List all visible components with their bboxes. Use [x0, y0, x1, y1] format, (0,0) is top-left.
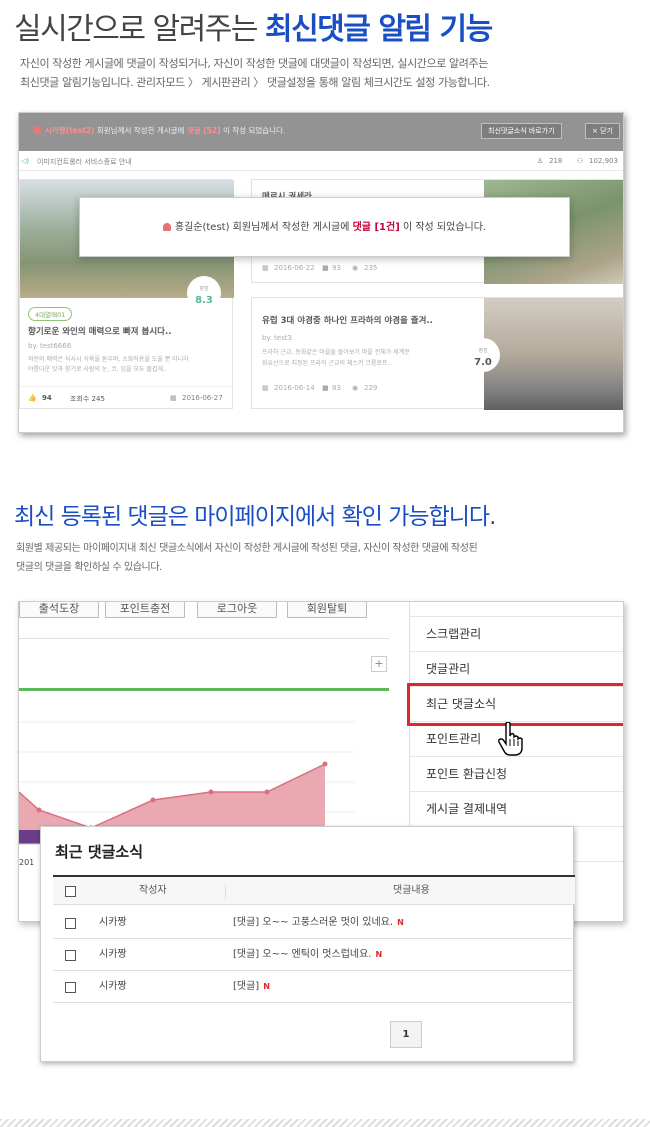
recent-comments-panel: 최근 댓글소식 작성자 댓글내용 시카짱 [댓글] 오~~ 고풍스러운 멋이 있…: [40, 826, 575, 1062]
logout-button[interactable]: 로그아웃: [197, 602, 277, 618]
chart-axis-label: 201: [19, 858, 35, 867]
section1-title: 실시간으로 알려주는 최신댓글 알림 기능: [14, 4, 493, 48]
point-charge-button[interactable]: 포인트충전: [105, 602, 185, 618]
bottom-divider: [0, 1119, 650, 1127]
table-row[interactable]: 시카짱 [댓글] N: [53, 971, 575, 1003]
row-content[interactable]: [댓글] N: [233, 971, 270, 1003]
col-author: 작성자: [139, 885, 167, 896]
bell-icon: [162, 223, 171, 231]
desc-line: 자신이 작성한 게시글에 댓글이 작성되거나, 자신이 작성한 댓글에 대댓글이…: [20, 57, 488, 70]
row-content[interactable]: [댓글] 오~~ 엔틱이 멋스럽네요. N: [233, 939, 382, 971]
close-button[interactable]: × 닫기: [585, 123, 620, 139]
title-highlight: 최신댓글 알림 기능: [264, 12, 493, 47]
chart-top-line: [19, 688, 389, 691]
notification-screenshot: ◁) 이미지컨트롤러 서비스종료 안내 ♙ 218 ⚇ 102,903 평점 8.…: [18, 112, 624, 433]
desc-line: 회원별 제공되는 마이페이지내 최신 댓글소식에서 자신이 작성한 게시글에 작…: [16, 543, 478, 554]
notification-bar: 시카짱(test2) 회원님께서 작성한 게시글에 댓글 [52] 이 작성 되…: [19, 113, 623, 151]
menu-item-cut: [410, 602, 623, 617]
attendance-button[interactable]: 출석도장: [19, 602, 99, 618]
select-all-checkbox[interactable]: [65, 886, 76, 897]
section1-desc: 자신이 작성한 게시글에 댓글이 작성되거나, 자신이 작성한 댓글에 대댓글이…: [20, 54, 490, 92]
go-comments-button[interactable]: 최신댓글소식 바로가기: [481, 123, 562, 139]
title-prefix: 실시간으로 알려주는: [14, 12, 265, 47]
dim-overlay: [19, 113, 623, 432]
row-author: 시카짱: [99, 917, 127, 928]
desc-line: 최신댓글 알림기능입니다. 관리자모드 〉 게시판관리 〉 댓글설정을 통해 알…: [20, 76, 490, 89]
table-row[interactable]: 시카짱 [댓글] 오~~ 엔틱이 멋스럽네요. N: [53, 939, 575, 971]
notification-popup[interactable]: 홍길순(test) 회원님께서 작성한 게시글에 댓글 [1건] 이 작성 되었…: [79, 197, 570, 257]
desc-line: 댓글의 댓글을 확인하실 수 있습니다.: [16, 562, 162, 573]
notification-bar-text: 시카짱(test2) 회원님께서 작성한 게시글에 댓글 [52] 이 작성 되…: [33, 125, 285, 136]
new-badge: N: [375, 950, 383, 959]
highlight-box: [407, 683, 623, 726]
row-checkbox[interactable]: [65, 950, 76, 961]
row-checkbox[interactable]: [65, 918, 76, 929]
new-badge: N: [263, 982, 270, 991]
menu-item-payments[interactable]: 게시글 결제내역: [410, 792, 623, 827]
row-author: 시카짱: [99, 981, 127, 992]
row-content[interactable]: [댓글] 오~~ 고풍스러운 멋이 있네요. N: [233, 907, 404, 939]
menu-item-scrap[interactable]: 스크랩관리: [410, 617, 623, 652]
panel-title: 최근 댓글소식: [55, 843, 144, 861]
page-button[interactable]: 1: [390, 1021, 422, 1048]
divider: [19, 638, 389, 639]
withdraw-button[interactable]: 회원탈퇴: [287, 602, 367, 618]
row-author: 시카짱: [99, 949, 127, 960]
table-row[interactable]: 시카짱 [댓글] 오~~ 고풍스러운 멋이 있네요. N: [53, 907, 575, 939]
menu-item-point-refund[interactable]: 포인트 환급신청: [410, 757, 623, 792]
new-badge: N: [397, 918, 404, 927]
section2-desc: 회원별 제공되는 마이페이지내 최신 댓글소식에서 자신이 작성한 게시글에 작…: [16, 539, 478, 577]
row-checkbox[interactable]: [65, 982, 76, 993]
hand-cursor-icon: [498, 722, 523, 756]
divider: [225, 885, 226, 899]
col-content: 댓글내용: [393, 885, 430, 896]
section2-title: 최신 등록된 댓글은 마이페이지에서 확인 가능합니다.: [14, 504, 496, 530]
table-header: 작성자 댓글내용: [53, 875, 575, 905]
menu-item-comments[interactable]: 댓글관리: [410, 652, 623, 687]
plus-button[interactable]: +: [371, 656, 387, 672]
bell-icon: [33, 126, 41, 134]
